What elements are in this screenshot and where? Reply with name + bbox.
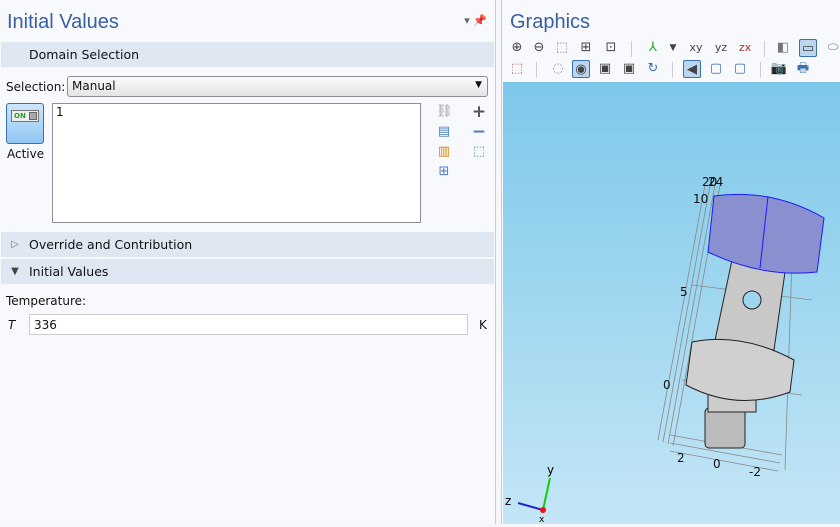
triad-x-label: x [539, 515, 545, 524]
remove-icon[interactable]: − [471, 124, 487, 141]
panel-title: Initial Values [7, 11, 119, 33]
selection-label: Selection: [6, 80, 66, 94]
wireframe-icon[interactable]: ⬭ [824, 39, 840, 57]
hide-icon[interactable]: ◌ [549, 60, 567, 78]
temperature-unit: K [479, 318, 487, 332]
collar [685, 338, 795, 401]
select-edges-icon[interactable]: ▢ [731, 60, 749, 78]
graphics-panel: Graphics ⊕ ⊖ ⬚ ⊞ ⊡ ⅄ ▼ xy yz zx ◧ ▭ ⬭ ⬚ … [501, 0, 840, 525]
select-domains-icon[interactable]: ◀ [683, 60, 701, 78]
yz-view-button[interactable]: yz [712, 39, 730, 57]
temperature-label: Temperature: [6, 294, 87, 308]
panel-pin-icon[interactable]: ▾ 📌 [464, 14, 487, 27]
section-override-contribution[interactable]: ▷ Override and Contribution [1, 232, 494, 257]
tick-label: -2 [749, 465, 761, 479]
triad-y-label: y [547, 463, 554, 477]
graphics-viewport[interactable]: 20 24 10 5 0 2 0 -2 y z x [503, 82, 840, 525]
selection-value: Manual [72, 79, 116, 93]
domain-selection-list[interactable]: 1 [52, 103, 421, 223]
tick-label: 5 [680, 285, 688, 299]
axes-view-icon[interactable]: ⅄ [644, 39, 662, 57]
select-boundaries-icon[interactable]: ▢ [707, 60, 725, 78]
section-initial-values[interactable]: ▼ Initial Values [1, 259, 494, 284]
clear-selection-icon[interactable]: ⬚ [508, 60, 526, 78]
tick-label: 2 [677, 451, 685, 465]
graphics-title: Graphics [510, 11, 591, 33]
zoom-to-selection-icon[interactable]: ⊞ [436, 164, 452, 180]
clear-selection-icon[interactable]: ⬚ [471, 144, 487, 160]
zoom-selected-icon[interactable]: ⊞ [577, 39, 595, 57]
expand-icon: ▷ [11, 239, 19, 250]
selected-domain-cap [707, 193, 825, 274]
toggle-on-icon: ON [11, 110, 39, 122]
section-label: Initial Values [29, 264, 109, 279]
copy-selection-icon[interactable]: ▤ [436, 124, 452, 140]
model-geometry[interactable]: 20 24 10 5 0 2 0 -2 y z x [503, 82, 840, 525]
triad-z-label: z [505, 494, 511, 508]
zoom-in-icon[interactable]: ⊕ [508, 39, 526, 57]
temperature-input[interactable]: 336 [29, 314, 468, 335]
xy-view-button[interactable]: xy [687, 39, 705, 57]
transparency-icon[interactable]: ▭ [799, 39, 817, 57]
camera-icon[interactable]: 📷 [770, 60, 788, 78]
collapse-icon: ▼ [11, 266, 19, 277]
chevron-down-icon: ▼ [475, 80, 482, 90]
view-dropdown-icon[interactable]: ▼ [664, 39, 682, 57]
hide-selection-icon[interactable]: ▣ [596, 60, 614, 78]
show-hidden-icon[interactable]: ▣ [620, 60, 638, 78]
section-label: Override and Contribution [29, 237, 193, 252]
tick-label: 0 [663, 378, 671, 392]
axis-triad-icon: y z x [505, 463, 554, 525]
active-label: Active [7, 147, 45, 161]
hex-nut [704, 407, 746, 449]
zoom-box-icon[interactable]: ⬚ [553, 39, 571, 57]
tick-label: 24 [708, 175, 723, 189]
selection-groups-icon[interactable]: ⛓ [436, 104, 453, 120]
zoom-extents-icon[interactable]: ⊡ [602, 39, 620, 57]
temperature-symbol: T [8, 318, 16, 332]
show-icon[interactable]: ◉ [572, 60, 590, 78]
print-icon[interactable]: 🖶 [794, 60, 812, 78]
domain-item[interactable]: 1 [56, 105, 64, 119]
zx-view-button[interactable]: zx [736, 39, 754, 57]
scene-light-icon[interactable]: ◧ [774, 39, 792, 57]
tick-label: 0 [713, 457, 721, 471]
tick-label: 10 [693, 192, 708, 206]
section-domain-selection[interactable]: Domain Selection [1, 42, 494, 67]
pin-hole [742, 290, 762, 310]
zoom-out-icon[interactable]: ⊖ [530, 39, 548, 57]
selection-dropdown[interactable]: Manual ▼ [67, 76, 488, 97]
section-label: Domain Selection [29, 47, 140, 62]
settings-panel: Initial Values ▾ 📌 Domain Selection Sele… [0, 0, 496, 524]
reset-hiding-icon[interactable]: ↻ [644, 60, 662, 78]
add-icon[interactable]: + [471, 104, 487, 121]
paste-selection-icon[interactable]: ▥ [436, 144, 452, 160]
active-toggle-button[interactable]: ON [6, 103, 44, 144]
